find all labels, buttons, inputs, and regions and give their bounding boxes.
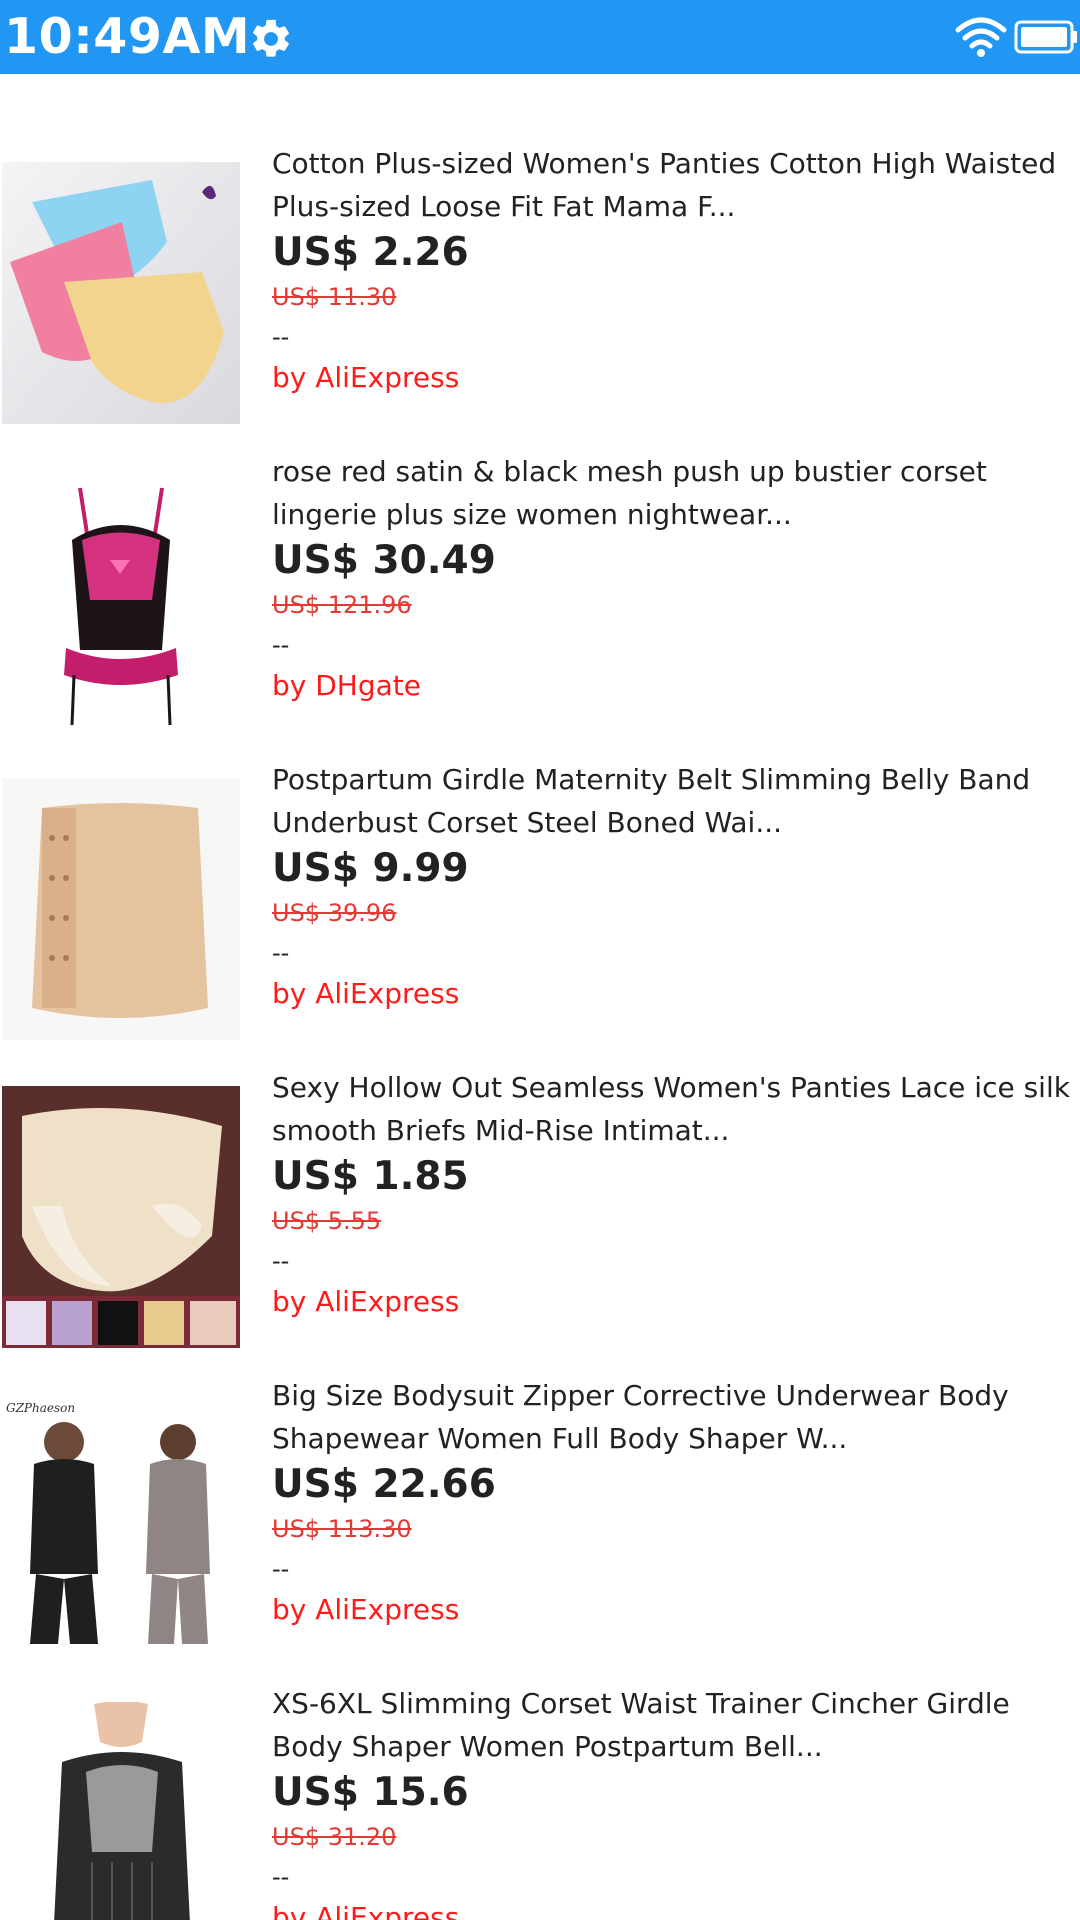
product-price: US$ 15.6 [272, 1770, 469, 1815]
product-item[interactable]: rose red satin & black mesh push up bust… [0, 382, 1080, 732]
product-item[interactable]: GZPhaeson Big Size Bodysuit Zipper Corre… [0, 1306, 1080, 1656]
product-price: US$ 30.49 [272, 538, 496, 583]
product-rating: -- [272, 323, 290, 351]
battery-icon [1014, 20, 1077, 54]
image-caption: GZPhaeson [6, 1401, 75, 1415]
product-rating: -- [272, 939, 290, 967]
product-old-price: US$ 39.96 [272, 899, 397, 927]
product-old-price: US$ 113.30 [272, 1515, 412, 1543]
product-title[interactable]: Big Size Bodysuit Zipper Corrective Unde… [272, 1374, 1072, 1460]
product-title[interactable]: Postpartum Girdle Maternity Belt Slimmin… [272, 758, 1072, 844]
product-rating: -- [272, 631, 290, 659]
product-title[interactable]: Sexy Hollow Out Seamless Women's Panties… [272, 1066, 1072, 1152]
product-old-price: US$ 11.30 [272, 283, 397, 311]
product-image[interactable] [2, 1702, 240, 1920]
product-title[interactable]: Cotton Plus-sized Women's Panties Cotton… [272, 142, 1072, 228]
product-title[interactable]: rose red satin & black mesh push up bust… [272, 450, 1072, 536]
product-old-price: US$ 31.20 [272, 1823, 397, 1851]
product-info: Postpartum Girdle Maternity Belt Slimmin… [272, 758, 1072, 1016]
product-price: US$ 9.99 [272, 846, 469, 891]
gear-icon [253, 19, 289, 57]
product-item[interactable]: Cotton Plus-sized Women's Panties Cotton… [0, 74, 1080, 424]
product-item[interactable]: Postpartum Girdle Maternity Belt Slimmin… [0, 690, 1080, 1040]
status-bar: 10:49AM [0, 0, 1080, 74]
product-rating: -- [272, 1863, 290, 1891]
product-price: US$ 1.85 [272, 1154, 469, 1199]
wifi-icon [955, 17, 1007, 57]
product-old-price: US$ 121.96 [272, 591, 412, 619]
product-seller[interactable]: by AliExpress [272, 1896, 1072, 1920]
product-info: Big Size Bodysuit Zipper Corrective Unde… [272, 1374, 1072, 1632]
product-info: Cotton Plus-sized Women's Panties Cotton… [272, 142, 1072, 400]
product-info: rose red satin & black mesh push up bust… [272, 450, 1072, 708]
product-info: Sexy Hollow Out Seamless Women's Panties… [272, 1066, 1072, 1324]
product-price: US$ 2.26 [272, 230, 469, 275]
product-item[interactable]: Sexy Hollow Out Seamless Women's Panties… [0, 998, 1080, 1348]
product-title[interactable]: XS-6XL Slimming Corset Waist Trainer Cin… [272, 1682, 1072, 1768]
product-rating: -- [272, 1555, 290, 1583]
product-info: XS-6XL Slimming Corset Waist Trainer Cin… [272, 1682, 1072, 1920]
product-old-price: US$ 5.55 [272, 1207, 382, 1235]
product-rating: -- [272, 1247, 290, 1275]
product-list: Cotton Plus-sized Women's Panties Cotton… [0, 74, 1080, 1920]
product-price: US$ 22.66 [272, 1462, 496, 1507]
product-item[interactable]: XS-6XL Slimming Corset Waist Trainer Cin… [0, 1614, 1080, 1920]
status-time: 10:49AM [4, 8, 251, 65]
